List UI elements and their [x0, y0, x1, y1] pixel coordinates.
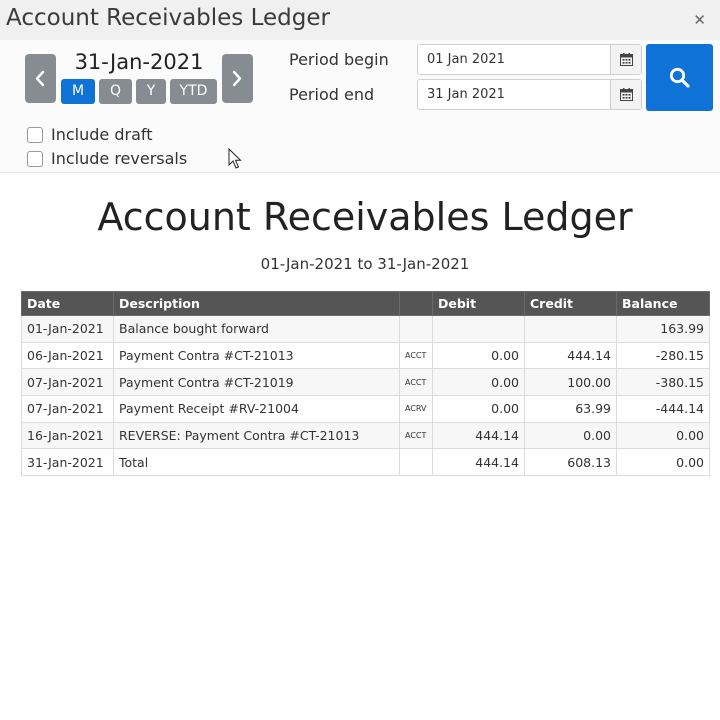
column-header-credit: Credit	[524, 291, 617, 316]
include-reversals-label[interactable]: Include reversals	[51, 149, 187, 168]
include-reversals-checkbox[interactable]	[27, 151, 43, 167]
type-tag-cell: ACCT	[399, 368, 433, 397]
balance-cell: -444.14	[616, 395, 710, 423]
debit-cell: 444.14	[432, 421, 525, 450]
calendar-icon	[620, 53, 633, 66]
date-cell: 31-Jan-2021	[21, 448, 114, 477]
debit-cell: 0.00	[432, 368, 525, 397]
chevron-left-icon	[35, 70, 45, 87]
date-cell: 01-Jan-2021	[21, 315, 114, 343]
description-cell: Payment Contra #CT-21019	[113, 368, 400, 397]
window-titlebar: Account Receivables Ledger ✕	[0, 0, 720, 40]
table-row[interactable]: 07-Jan-2021 Payment Contra #CT-21019 ACC…	[21, 368, 710, 397]
report-subtitle: 01-Jan-2021 to 31-Jan-2021	[260, 255, 470, 273]
column-header-debit: Debit	[432, 291, 525, 316]
total-row[interactable]: 31-Jan-2021 Total 444.14 608.13 0.00	[21, 448, 710, 477]
close-icon[interactable]: ✕	[693, 11, 706, 29]
balance-cell: 0.00	[616, 421, 710, 450]
credit-cell: 100.00	[524, 368, 617, 397]
period-end-label: Period end	[289, 85, 375, 104]
debit-cell: 0.00	[432, 341, 525, 370]
include-draft-checkbox[interactable]	[27, 127, 43, 143]
period-ytd-button[interactable]: YTD	[170, 79, 217, 104]
balance-cell: -280.15	[616, 341, 710, 370]
debit-cell	[432, 315, 525, 343]
description-cell: REVERSE: Payment Contra #CT-21013	[113, 421, 400, 450]
credit-cell: 444.14	[524, 341, 617, 370]
description-cell: Total	[113, 448, 400, 477]
balance-cell: 0.00	[616, 448, 710, 477]
date-cell: 07-Jan-2021	[21, 368, 114, 397]
period-year-button[interactable]: Y	[136, 79, 166, 104]
report-title: Account Receivables Ledger	[97, 195, 633, 239]
mouse-cursor-icon	[228, 148, 242, 169]
period-begin-input[interactable]: 01 Jan 2021	[417, 44, 642, 75]
type-tag-cell	[399, 315, 433, 343]
window-title: Account Receivables Ledger	[6, 5, 330, 31]
date-cell: 16-Jan-2021	[21, 421, 114, 450]
description-cell: Payment Contra #CT-21013	[113, 341, 400, 370]
table-row[interactable]: 06-Jan-2021 Payment Contra #CT-21013 ACC…	[21, 341, 710, 370]
type-tag-cell: ACCT	[399, 421, 433, 450]
column-header-description: Description	[113, 291, 400, 316]
calendar-icon	[620, 88, 633, 101]
search-button[interactable]	[646, 44, 713, 111]
period-begin-label: Period begin	[289, 50, 389, 69]
column-header-tag	[399, 291, 433, 316]
credit-cell: 0.00	[524, 421, 617, 450]
table-header-row: Date Description Debit Credit Balance	[21, 291, 710, 316]
include-draft-label[interactable]: Include draft	[51, 125, 153, 144]
column-header-date: Date	[21, 291, 114, 316]
period-end-value[interactable]: 31 Jan 2021	[427, 87, 505, 102]
previous-period-button[interactable]	[25, 54, 56, 103]
description-cell: Payment Receipt #RV-21004	[113, 395, 400, 423]
date-cell: 06-Jan-2021	[21, 341, 114, 370]
type-tag-cell: ACRV	[399, 395, 433, 423]
credit-cell	[524, 315, 617, 343]
balance-cell: -380.15	[616, 368, 710, 397]
filter-panel: 31-Jan-2021 M Q Y YTD Period begin Perio…	[0, 40, 720, 173]
table-row[interactable]: 07-Jan-2021 Payment Receipt #RV-21004 AC…	[21, 395, 710, 423]
table-row[interactable]: 01-Jan-2021 Balance bought forward 163.9…	[21, 315, 710, 343]
search-icon	[669, 67, 690, 88]
period-end-calendar-button[interactable]	[610, 80, 641, 109]
debit-cell: 444.14	[432, 448, 525, 477]
period-end-input[interactable]: 31 Jan 2021	[417, 79, 642, 110]
current-period-date: 31-Jan-2021	[74, 50, 204, 74]
chevron-right-icon	[232, 70, 242, 87]
period-quarter-button[interactable]: Q	[99, 79, 132, 104]
next-period-button[interactable]	[222, 54, 253, 103]
debit-cell: 0.00	[432, 395, 525, 423]
period-month-button[interactable]: M	[61, 79, 95, 104]
type-tag-cell: ACCT	[399, 341, 433, 370]
type-tag-cell	[399, 448, 433, 477]
credit-cell: 63.99	[524, 395, 617, 423]
column-header-balance: Balance	[616, 291, 710, 316]
date-cell: 07-Jan-2021	[21, 395, 114, 423]
table-row[interactable]: 16-Jan-2021 REVERSE: Payment Contra #CT-…	[21, 421, 710, 450]
period-begin-value[interactable]: 01 Jan 2021	[427, 52, 505, 67]
ledger-table: Date Description Debit Credit Balance 01…	[21, 291, 710, 477]
credit-cell: 608.13	[524, 448, 617, 477]
balance-cell: 163.99	[616, 315, 710, 343]
description-cell: Balance bought forward	[113, 315, 400, 343]
period-begin-calendar-button[interactable]	[610, 45, 641, 74]
